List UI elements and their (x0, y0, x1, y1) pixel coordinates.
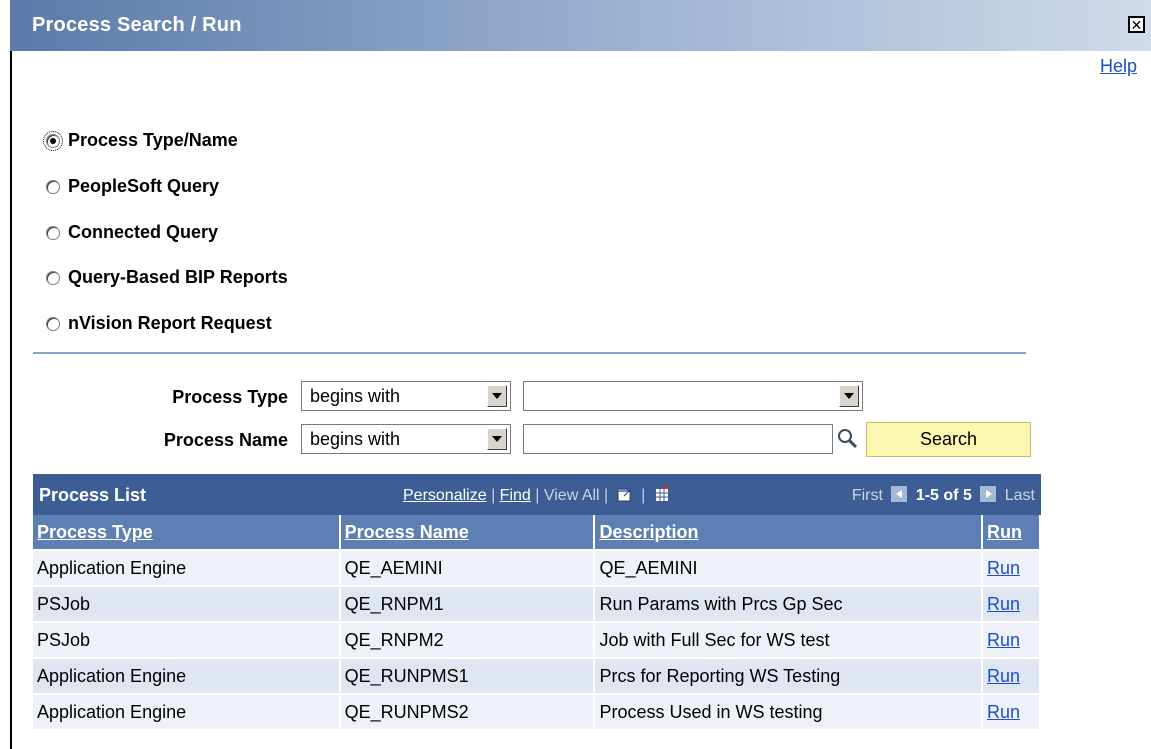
table-row: Application Engine QE_RUNPMS1 Prcs for R… (33, 658, 1041, 695)
next-icon (980, 485, 997, 502)
find-link[interactable]: Find (500, 487, 531, 504)
close-icon: ✕ (1130, 16, 1143, 33)
radio-button[interactable] (46, 225, 60, 240)
previous-icon (891, 485, 908, 502)
process-list-grid: Process List Personalize | Find | View A… (33, 474, 1041, 731)
close-button[interactable]: ✕ (1128, 16, 1145, 33)
cell-run: Run (982, 622, 1041, 659)
table-row: Application Engine QE_RUNPMS2 Process Us… (33, 694, 1041, 731)
radio-process-type-name[interactable]: Process Type/Name (43, 130, 238, 151)
cell-run: Run (982, 694, 1041, 731)
cell-description: Run Params with Prcs Gp Sec (594, 586, 983, 623)
radio-connected-query[interactable]: Connected Query (46, 222, 218, 243)
table-row: PSJob QE_RNPM2 Job with Full Sec for WS … (33, 622, 1041, 659)
search-icon[interactable] (835, 426, 859, 450)
radio-button[interactable] (46, 179, 60, 194)
separator: | (491, 487, 496, 504)
window-title: Process Search / Run (32, 14, 242, 36)
grid-navigation: First 1-5 of 5 Last (851, 485, 1035, 505)
cell-process-type: PSJob (33, 622, 341, 659)
radio-query-based-bip-reports[interactable]: Query-Based BIP Reports (46, 267, 288, 288)
chevron-down-icon[interactable] (487, 428, 507, 450)
selected-value: begins with (310, 429, 401, 449)
sort-link[interactable]: Process Name (345, 522, 469, 542)
help-link[interactable]: Help (1100, 56, 1137, 77)
table-row: Application Engine QE_AEMINI QE_AEMINI R… (33, 550, 1041, 587)
process-type-value-select[interactable] (523, 381, 863, 411)
radio-label: PeopleSoft Query (68, 176, 220, 196)
column-header-description[interactable]: Description (594, 515, 983, 551)
radio-label: nVision Report Request (68, 313, 272, 333)
table-row: PSJob QE_RNPM1 Run Params with Prcs Gp S… (33, 586, 1041, 623)
process-name-label: Process Name (163, 430, 288, 450)
cell-process-name: QE_RNPM2 (339, 622, 596, 659)
process-name-operator-select[interactable]: begins with (301, 424, 511, 454)
cell-description: QE_AEMINI (594, 550, 983, 587)
grid-toolbar: Personalize | Find | View All | | (403, 485, 674, 505)
window-titlebar: Process Search / Run ✕ (10, 0, 1151, 51)
chevron-down-icon[interactable] (487, 385, 507, 407)
chevron-down-icon[interactable] (839, 385, 859, 407)
run-link[interactable]: Run (987, 594, 1020, 614)
view-all-link: View All (543, 487, 600, 504)
separator: | (535, 487, 540, 504)
row-count: 1-5 of 5 (915, 487, 972, 504)
cell-process-type: Application Engine (33, 694, 341, 731)
grid-title: Process List (39, 485, 147, 505)
sort-link[interactable]: Process Type (37, 522, 153, 542)
first-link: First (851, 487, 883, 504)
cell-description: Prcs for Reporting WS Testing (594, 658, 983, 695)
cell-run: Run (982, 658, 1041, 695)
radio-nvision-report-request[interactable]: nVision Report Request (46, 313, 272, 334)
cell-process-type: Application Engine (33, 550, 341, 587)
radio-label: Connected Query (68, 222, 219, 242)
download-grid-icon[interactable] (654, 485, 670, 502)
cell-process-name: QE_RUNPMS1 (339, 658, 596, 695)
cell-run: Run (982, 586, 1041, 623)
cell-process-name: QE_RNPM1 (339, 586, 596, 623)
separator: | (641, 487, 646, 504)
column-header-process-name[interactable]: Process Name (339, 515, 596, 551)
cell-description: Job with Full Sec for WS test (594, 622, 983, 659)
process-type-operator-select[interactable]: begins with (301, 381, 511, 411)
process-name-input[interactable] (523, 424, 833, 454)
last-link: Last (1004, 487, 1035, 504)
cell-process-name: QE_AEMINI (339, 550, 596, 587)
table-header-row: Process Type Process Name Description Ru… (33, 515, 1041, 551)
run-link[interactable]: Run (987, 702, 1020, 722)
radio-label: Process Type/Name (68, 130, 238, 150)
column-header-process-type[interactable]: Process Type (33, 515, 341, 551)
cell-description: Process Used in WS testing (594, 694, 983, 731)
radio-button[interactable] (46, 316, 60, 331)
search-button[interactable]: Search (866, 422, 1031, 457)
left-border (10, 51, 12, 749)
section-divider (33, 352, 1026, 354)
process-table: Process Type Process Name Description Ru… (33, 515, 1041, 731)
radio-button[interactable] (46, 270, 60, 285)
sort-link[interactable]: Run (987, 522, 1022, 542)
selected-value: begins with (310, 386, 401, 406)
run-link[interactable]: Run (987, 630, 1020, 650)
personalize-link[interactable]: Personalize (403, 487, 487, 504)
cell-process-type: Application Engine (33, 658, 341, 695)
separator: | (604, 487, 609, 504)
sort-link[interactable]: Description (599, 522, 698, 542)
cell-process-type: PSJob (33, 586, 341, 623)
process-type-label: Process Type (172, 387, 288, 407)
run-link[interactable]: Run (987, 666, 1020, 686)
run-link[interactable]: Run (987, 558, 1020, 578)
radio-button[interactable] (43, 130, 63, 151)
cell-run: Run (982, 550, 1041, 587)
radio-peoplesoft-query[interactable]: PeopleSoft Query (46, 176, 219, 197)
column-header-run[interactable]: Run (982, 515, 1041, 551)
new-window-icon[interactable] (617, 486, 633, 502)
grid-header: Process List Personalize | Find | View A… (33, 474, 1041, 515)
radio-label: Query-Based BIP Reports (68, 267, 288, 287)
cell-process-name: QE_RUNPMS2 (339, 694, 596, 731)
